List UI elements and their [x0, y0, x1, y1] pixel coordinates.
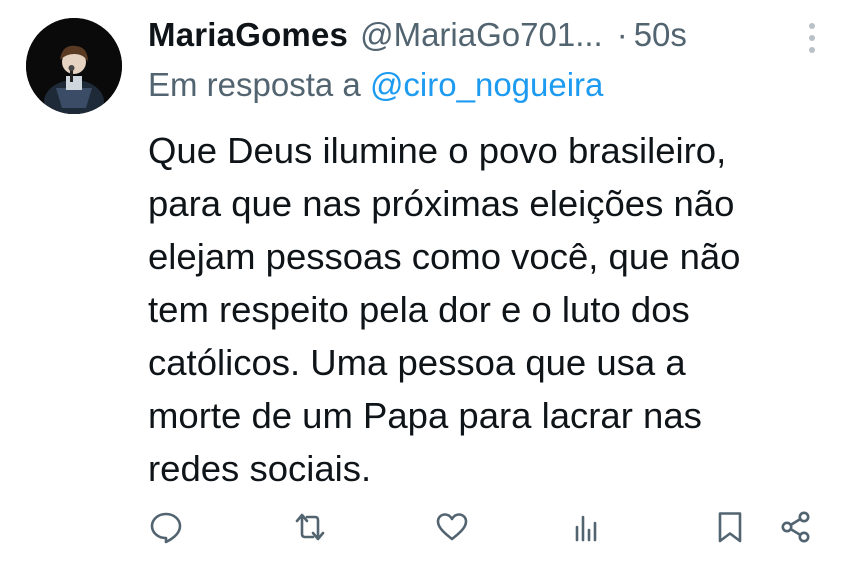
tweet-text-line: morte de um Papa para lacrar nas — [148, 395, 702, 436]
tweet: MariaGomes @MariaGo701... · 50s Em respo… — [0, 0, 856, 570]
reply-icon — [150, 512, 182, 544]
retweet-button[interactable] — [290, 505, 330, 549]
user-handle[interactable]: @MariaGo701... — [360, 16, 603, 54]
tweet-text-line: elejam pessoas como você, que não — [148, 236, 741, 277]
tweet-header: MariaGomes @MariaGo701... · 50s — [148, 10, 687, 60]
bookmark-button[interactable] — [710, 505, 750, 549]
heart-icon — [436, 513, 468, 541]
reply-handle-link[interactable]: @ciro_nogueira — [370, 66, 603, 103]
bookmark-icon — [718, 512, 742, 543]
retweet-icon — [295, 513, 325, 541]
more-vertical-icon — [809, 23, 815, 53]
like-button[interactable] — [432, 505, 472, 549]
share-button[interactable] — [776, 505, 816, 549]
avatar-image — [26, 18, 122, 114]
tweet-text-line: redes sociais. — [148, 448, 372, 489]
tweet-text-line: tem respeito pela dor e o luto dos — [148, 289, 690, 330]
reply-prefix: Em resposta a — [148, 66, 361, 103]
timestamp[interactable]: 50s — [634, 16, 687, 54]
action-bar — [0, 505, 856, 555]
avatar[interactable] — [26, 18, 122, 114]
tweet-text: Que Deus ilumine o povo brasileiro, para… — [148, 124, 838, 495]
more-options-button[interactable] — [800, 20, 824, 56]
separator-dot: · — [616, 16, 628, 53]
reply-context: Em resposta a @ciro_nogueira — [148, 66, 603, 104]
display-name[interactable]: MariaGomes — [148, 16, 348, 54]
tweet-text-line: católicos. Uma pessoa que usa a — [148, 342, 686, 383]
tweet-text-line: Que Deus ilumine o povo brasileiro, — [148, 130, 727, 171]
views-icon — [575, 515, 597, 542]
tweet-text-line: para que nas próximas eleições não — [148, 183, 735, 224]
share-icon — [781, 511, 810, 543]
views-button[interactable] — [566, 505, 606, 549]
reply-button[interactable] — [146, 505, 186, 549]
